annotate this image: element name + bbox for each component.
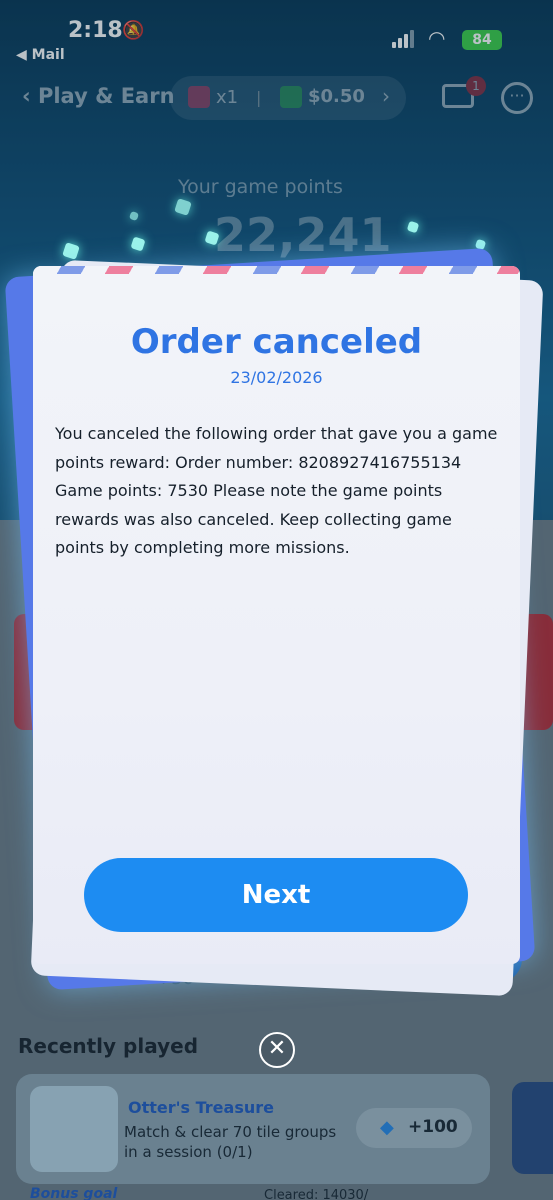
order-canceled-dialog: Order canceled 23/02/2026 You canceled t… xyxy=(33,266,520,964)
dialog-message: You canceled the following order that ga… xyxy=(55,424,498,557)
dialog-date: 23/02/2026 xyxy=(230,368,323,387)
dialog-title: Order canceled xyxy=(130,322,423,362)
close-icon[interactable]: ✕ xyxy=(259,1032,295,1068)
airmail-border xyxy=(33,266,520,274)
next-button[interactable]: Next xyxy=(84,858,468,932)
